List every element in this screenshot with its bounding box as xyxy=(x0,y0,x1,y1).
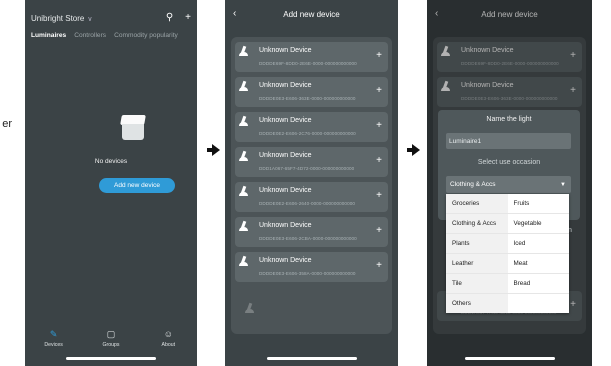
store-name: Unibright Store xyxy=(31,13,85,23)
occasion-label: Select use occasion xyxy=(477,159,541,166)
home-indicator xyxy=(464,357,555,360)
option-clothing-accs[interactable]: Clothing & Accs xyxy=(446,214,508,233)
empty-box-icon xyxy=(118,113,148,143)
dialog-title: Name the light xyxy=(486,116,532,123)
device-item[interactable]: Unknown Device DDDDE0E3-E606-363E-0000-0… xyxy=(235,77,388,107)
search-icon[interactable]: ⚲ xyxy=(166,13,173,23)
device-uuid: DDDDE69F-8DD0-2E6E-0000-000000000000 xyxy=(259,61,357,66)
about-icon: ☺ xyxy=(163,329,173,339)
home-indicator xyxy=(266,357,357,360)
lamp-icon: ✎ xyxy=(49,329,58,339)
device-uuid: DDDDE0E3-E606-358A-0000-000000000000 xyxy=(259,271,356,276)
occasion-select[interactable]: Clothing & Accs ▼ xyxy=(446,176,571,193)
dropdown-row: Tile Bread xyxy=(446,274,569,294)
option-fruits[interactable]: Fruits xyxy=(508,194,570,213)
dropdown-row: Others xyxy=(446,294,569,313)
device-name: Unknown Device xyxy=(259,117,312,124)
occasion-dropdown: Groceries Fruits Clothing & Accs Vegetab… xyxy=(446,194,569,313)
lamp-icon xyxy=(239,256,249,266)
device-uuid: DDDDE0E3-E606-363E-0000-000000000000 xyxy=(259,96,356,101)
option-plants[interactable]: Plants xyxy=(446,234,508,253)
device-name: Unknown Device xyxy=(259,47,312,54)
add-device-screen: ‹ Add new device Unknown Device DDDDE69F… xyxy=(225,0,398,366)
device-uuid: DDDDE0E2-E606-2640-0000-000000000000 xyxy=(259,201,356,206)
add-icon[interactable]: + xyxy=(376,156,382,166)
home-indicator xyxy=(66,357,156,360)
arrow-right-icon xyxy=(207,144,220,156)
device-item[interactable]: Unknown Device DDDDE0E3-E606-358A-0000-0… xyxy=(235,252,388,282)
add-icon[interactable]: + xyxy=(376,121,382,131)
lamp-icon xyxy=(239,81,249,91)
option-leather[interactable]: Leather xyxy=(446,254,508,273)
device-item[interactable]: Unknown Device DDDDE0E3-E606-2CBA-0000-0… xyxy=(235,217,388,247)
device-name: Unknown Device xyxy=(259,187,312,194)
option-groceries[interactable]: Groceries xyxy=(446,194,508,213)
option-meat[interactable]: Meat xyxy=(508,254,570,273)
option-tile[interactable]: Tile xyxy=(446,274,508,293)
store-selector[interactable]: Unibright Store ∨ xyxy=(31,14,92,23)
tab-commodity-popularity[interactable]: Commodity popularity xyxy=(114,32,178,39)
device-name: Unknown Device xyxy=(259,222,312,229)
option-others[interactable]: Others xyxy=(446,294,508,313)
nav-devices-label: Devices xyxy=(44,342,63,348)
device-uuid: DDDDE0E3-E606-2CBA-0000-000000000000 xyxy=(259,236,357,241)
add-new-device-button[interactable]: Add new device xyxy=(99,178,175,193)
add-icon[interactable]: + xyxy=(376,226,382,236)
nav-devices[interactable]: ✎ Devices xyxy=(29,329,79,349)
nav-groups-label: Groups xyxy=(102,342,120,348)
add-icon[interactable]: + xyxy=(376,261,382,271)
add-icon[interactable]: + xyxy=(185,13,191,23)
device-name: Unknown Device xyxy=(259,152,312,159)
add-icon[interactable]: + xyxy=(376,86,382,96)
option-empty xyxy=(508,294,570,313)
nav-about-label: About xyxy=(161,342,176,348)
device-item[interactable]: Unknown Device DDDDE0E2-E606-2640-0000-0… xyxy=(235,182,388,212)
category-tabs: Luminaires Controllers Commodity popular… xyxy=(31,32,178,39)
option-iced[interactable]: Iced xyxy=(508,234,570,253)
name-light-screen: ‹ Add new device Unknown Device DDDDE69F… xyxy=(427,0,592,366)
device-uuid: DDD1A067-65F7-4D72-0000-000000000000 xyxy=(259,166,355,171)
bottom-nav: ✎ Devices ▢ Groups ☺ About xyxy=(25,329,197,349)
empty-state-text: No devices xyxy=(94,158,128,165)
add-icon[interactable]: + xyxy=(376,191,382,201)
device-uuid: DDDDE0E2-E606-2C76-0000-000000000000 xyxy=(259,131,356,136)
lamp-icon xyxy=(239,221,249,231)
page-title: Add new device xyxy=(283,10,340,19)
device-name: Unknown Device xyxy=(259,82,312,89)
device-name: Unknown Device xyxy=(259,257,312,264)
store-header: Unibright Store ∨ ⚲ + xyxy=(31,10,191,26)
device-item[interactable]: Unknown Device DDDDE0E2-E606-2C76-0000-0… xyxy=(235,112,388,142)
device-item[interactable]: Unknown Device DDD1A067-65F7-4D72-0000-0… xyxy=(235,147,388,177)
cropped-side-text: er xyxy=(2,118,12,130)
light-name-input[interactable] xyxy=(446,133,571,149)
dropdown-row: Plants Iced xyxy=(446,234,569,254)
arrow-right-icon xyxy=(407,144,420,156)
dropdown-row: Clothing & Accs Vegetable xyxy=(446,214,569,234)
option-bread[interactable]: Bread xyxy=(508,274,570,293)
devices-screen: Unibright Store ∨ ⚲ + Luminaires Controll… xyxy=(25,0,197,366)
lamp-icon xyxy=(239,116,249,126)
chevron-down-icon: ▼ xyxy=(560,181,566,188)
nav-about[interactable]: ☺ About xyxy=(143,329,193,349)
chevron-down-icon: ∨ xyxy=(87,15,93,23)
device-list: Unknown Device DDDDE69F-8DD0-2E6E-0000-0… xyxy=(231,37,392,334)
add-icon[interactable]: + xyxy=(376,51,382,61)
tab-controllers[interactable]: Controllers xyxy=(74,32,106,39)
lamp-icon xyxy=(239,46,249,56)
dropdown-row: Leather Meat xyxy=(446,254,569,274)
device-item[interactable]: Unknown Device DDDDE69F-8DD0-2E6E-0000-0… xyxy=(235,42,388,72)
dropdown-row: Groceries Fruits xyxy=(446,194,569,214)
tab-luminaires[interactable]: Luminaires xyxy=(31,32,66,39)
nav-groups[interactable]: ▢ Groups xyxy=(86,329,136,349)
groups-icon: ▢ xyxy=(106,329,116,339)
lamp-icon xyxy=(245,303,255,313)
lamp-icon xyxy=(239,186,249,196)
occasion-selected-value: Clothing & Accs xyxy=(450,181,496,188)
option-vegetable[interactable]: Vegetable xyxy=(508,214,570,233)
lamp-icon xyxy=(239,151,249,161)
